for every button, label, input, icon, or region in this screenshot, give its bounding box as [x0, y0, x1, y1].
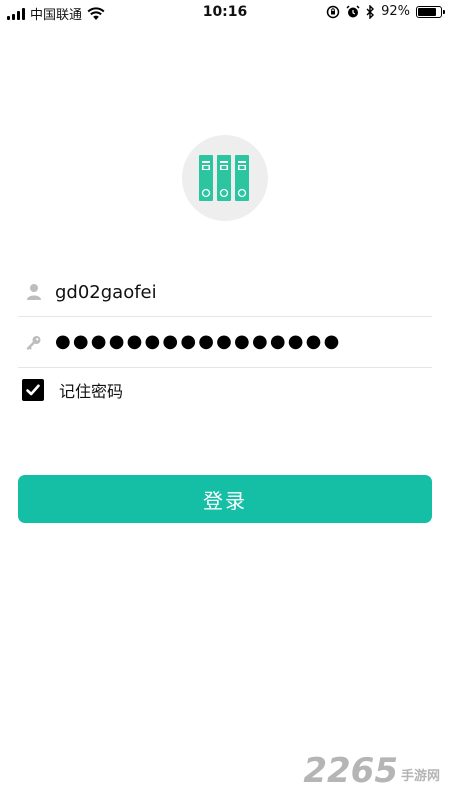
status-bar: 中国联通 10:16 92% — [0, 0, 450, 26]
remember-checkbox[interactable] — [22, 379, 44, 401]
checkmark-icon — [26, 384, 40, 396]
password-field: ●●●●●●●●●●●●●●●● — [18, 318, 432, 368]
username-input[interactable] — [55, 277, 415, 307]
rotation-lock-icon — [326, 5, 340, 18]
battery-icon — [416, 5, 445, 18]
key-icon — [26, 336, 41, 350]
login-button[interactable]: 登录 — [18, 475, 432, 523]
watermark-text: 手游网 — [400, 769, 440, 784]
bluetooth-icon — [366, 4, 375, 19]
remember-password[interactable]: 记住密码 — [22, 378, 123, 402]
password-input[interactable]: ●●●●●●●●●●●●●●●● — [55, 331, 342, 352]
status-bar-right: 92% — [326, 4, 445, 19]
alarm-icon — [346, 4, 360, 17]
binders-icon — [199, 155, 249, 201]
login-screen: 中国联通 10:16 92% gd02gaofei ●●●●●●●●●●●●●●… — [0, 0, 450, 800]
username-field — [18, 267, 432, 317]
watermark: 2265 手游网 — [303, 754, 440, 788]
watermark-number: 2265 — [303, 751, 398, 791]
remember-label: 记住密码 — [59, 382, 124, 401]
battery-percentage: 92% — [381, 4, 410, 19]
app-logo — [182, 135, 268, 221]
user-icon — [27, 284, 41, 300]
battery-level — [418, 7, 437, 16]
